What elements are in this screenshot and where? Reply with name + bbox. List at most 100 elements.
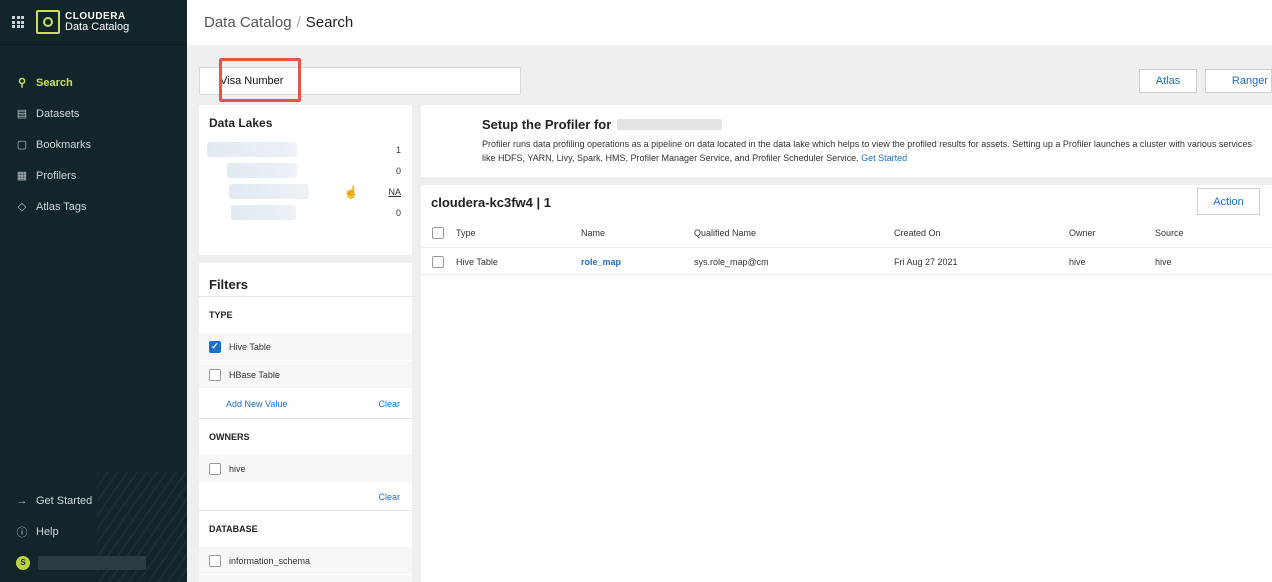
user-menu[interactable]: S bbox=[0, 547, 187, 578]
tag-icon: ◇ bbox=[17, 201, 27, 213]
brand-product: Data Catalog bbox=[65, 21, 130, 33]
sidebar-item-atlas-tags[interactable]: ◇ Atlas Tags bbox=[0, 191, 187, 222]
cell-qualified-name: sys.role_map@cm bbox=[694, 257, 769, 267]
setup-description: Profiler runs data profiling operations … bbox=[482, 137, 1252, 165]
left-panel: Data Lakes 1 0 ☝ NA 0 Filters TYPE ✓ Hiv… bbox=[199, 105, 412, 582]
checkbox[interactable] bbox=[209, 368, 221, 381]
user-name-redacted bbox=[38, 555, 146, 570]
ranger-button[interactable]: Ranger bbox=[1205, 69, 1272, 93]
page-title: Search bbox=[305, 14, 354, 31]
row-checkbox[interactable] bbox=[432, 256, 444, 268]
filter-option-information-schema[interactable]: information_schema bbox=[199, 547, 412, 575]
data-lake-row[interactable]: ☝ NA bbox=[199, 181, 412, 202]
clear-type-link[interactable]: Clear bbox=[378, 399, 400, 409]
filters-title: Filters bbox=[199, 263, 412, 297]
clear-owners-link[interactable]: Clear bbox=[378, 492, 400, 502]
sidebar-item-help[interactable]: ⓘ Help bbox=[0, 516, 187, 547]
data-lake-name-redacted bbox=[207, 142, 297, 157]
filter-section-owners-title: OWNERS bbox=[209, 432, 250, 442]
filter-option-hbase-table[interactable]: HBase Table bbox=[199, 361, 412, 389]
filter-option-label: hive bbox=[229, 463, 246, 474]
data-lakes-title: Data Lakes bbox=[209, 116, 273, 130]
table-row[interactable]: Hive Table role_map sys.role_map@cm Fri … bbox=[421, 247, 1272, 275]
data-lake-row[interactable]: 0 bbox=[199, 160, 412, 181]
cloudera-logo-icon bbox=[36, 10, 60, 34]
data-lake-name-redacted bbox=[229, 184, 309, 199]
checkbox[interactable] bbox=[209, 554, 221, 567]
filter-option-hive-owner[interactable]: hive bbox=[199, 455, 412, 483]
data-lake-row[interactable]: 0 bbox=[199, 202, 412, 223]
data-lake-name-redacted bbox=[227, 163, 297, 178]
column-header-qualified-name[interactable]: Qualified Name bbox=[694, 219, 756, 247]
sidebar-item-label: Bookmarks bbox=[36, 138, 92, 151]
sidebar-item-datasets[interactable]: ▤ Datasets bbox=[0, 98, 187, 129]
data-lake-count: 0 bbox=[395, 207, 401, 218]
column-header-owner[interactable]: Owner bbox=[1069, 219, 1096, 247]
sidebar: CLOUDERA Data Catalog ⚲ Search ▤ Dataset… bbox=[0, 0, 187, 582]
help-icon: ⓘ bbox=[16, 526, 28, 539]
data-lake-count: 0 bbox=[395, 165, 401, 176]
data-lakes-card: Data Lakes 1 0 ☝ NA 0 bbox=[199, 105, 412, 255]
data-lake-count: 1 bbox=[395, 144, 401, 155]
cell-name-link[interactable]: role_map bbox=[581, 248, 621, 276]
select-all-checkbox[interactable] bbox=[432, 227, 444, 239]
setup-title: Setup the Profiler for bbox=[482, 117, 723, 132]
cell-type: Hive Table bbox=[456, 257, 498, 267]
filter-option-label: Hive Table bbox=[229, 341, 271, 352]
results-panel: cloudera-kc3fw4 | 1 Action Type Name Qua… bbox=[421, 185, 1272, 582]
filter-option-hive-table[interactable]: ✓ Hive Table bbox=[199, 333, 412, 361]
column-header-created-on[interactable]: Created On bbox=[894, 219, 941, 247]
filter-option-sys[interactable]: sys bbox=[199, 575, 412, 582]
sidebar-bottom: → Get Started ⓘ Help S bbox=[0, 485, 187, 582]
setup-profiler-banner: Setup the Profiler for Profiler runs dat… bbox=[421, 105, 1272, 177]
cell-source: hive bbox=[1155, 257, 1172, 267]
datasets-icon: ▤ bbox=[16, 108, 28, 120]
data-lake-name-redacted bbox=[617, 119, 723, 130]
cell-owner: hive bbox=[1069, 257, 1086, 267]
filter-section-database-title: DATABASE bbox=[209, 524, 258, 534]
search-icon: ⚲ bbox=[17, 77, 27, 89]
avatar: S bbox=[16, 555, 30, 570]
sidebar-item-label: Datasets bbox=[36, 107, 80, 120]
app-launcher-icon[interactable] bbox=[12, 16, 24, 28]
filters-card: Filters TYPE ✓ Hive Table HBase Table Ad… bbox=[199, 263, 412, 582]
sidebar-item-bookmarks[interactable]: ▢ Bookmarks bbox=[0, 129, 187, 160]
filter-owners-actions: Clear bbox=[199, 483, 412, 511]
profilers-icon: ▦ bbox=[16, 170, 28, 182]
data-lake-name-redacted bbox=[231, 205, 296, 220]
data-lake-row[interactable]: 1 bbox=[199, 139, 412, 160]
sidebar-item-get-started[interactable]: → Get Started bbox=[0, 485, 187, 516]
hand-pointer-icon: ☝ bbox=[343, 184, 359, 199]
sidebar-item-label: Atlas Tags bbox=[36, 200, 87, 213]
data-lake-count: NA bbox=[388, 186, 401, 197]
column-header-type[interactable]: Type bbox=[456, 219, 476, 247]
add-new-value-link[interactable]: Add New Value bbox=[226, 399, 287, 409]
checkbox-checked-icon[interactable]: ✓ bbox=[209, 340, 221, 353]
sidebar-header: CLOUDERA Data Catalog bbox=[0, 0, 187, 45]
sidebar-item-label: Profilers bbox=[36, 169, 77, 182]
checkbox[interactable] bbox=[209, 462, 221, 475]
arrow-right-icon: → bbox=[16, 494, 28, 507]
search-input[interactable] bbox=[199, 67, 521, 95]
page-header: Data Catalog / Search bbox=[187, 0, 1272, 45]
filter-section-type-title: TYPE bbox=[209, 310, 233, 320]
get-started-link[interactable]: Get Started bbox=[861, 153, 907, 163]
breadcrumb-separator: / bbox=[296, 14, 301, 31]
setup-title-text: Setup the Profiler for bbox=[482, 117, 612, 132]
action-button[interactable]: Action bbox=[1197, 188, 1260, 215]
sidebar-item-search[interactable]: ⚲ Search bbox=[0, 67, 187, 98]
column-header-source[interactable]: Source bbox=[1155, 219, 1184, 247]
filter-option-label: information_schema bbox=[229, 555, 311, 566]
table-header: Type Name Qualified Name Created On Owne… bbox=[421, 219, 1272, 247]
filter-type-actions: Add New Value Clear bbox=[199, 389, 412, 419]
column-header-name[interactable]: Name bbox=[581, 219, 605, 247]
brand: CLOUDERA Data Catalog bbox=[65, 11, 129, 33]
bookmarks-icon: ▢ bbox=[16, 139, 28, 151]
sidebar-item-label: Search bbox=[36, 76, 73, 89]
filter-option-label: HBase Table bbox=[229, 369, 280, 380]
sidebar-item-label: Get Started bbox=[36, 494, 93, 507]
sidebar-item-profilers[interactable]: ▦ Profilers bbox=[0, 160, 187, 191]
atlas-button[interactable]: Atlas bbox=[1139, 69, 1197, 93]
sidebar-item-label: Help bbox=[36, 525, 59, 538]
breadcrumb-parent[interactable]: Data Catalog bbox=[204, 14, 292, 31]
